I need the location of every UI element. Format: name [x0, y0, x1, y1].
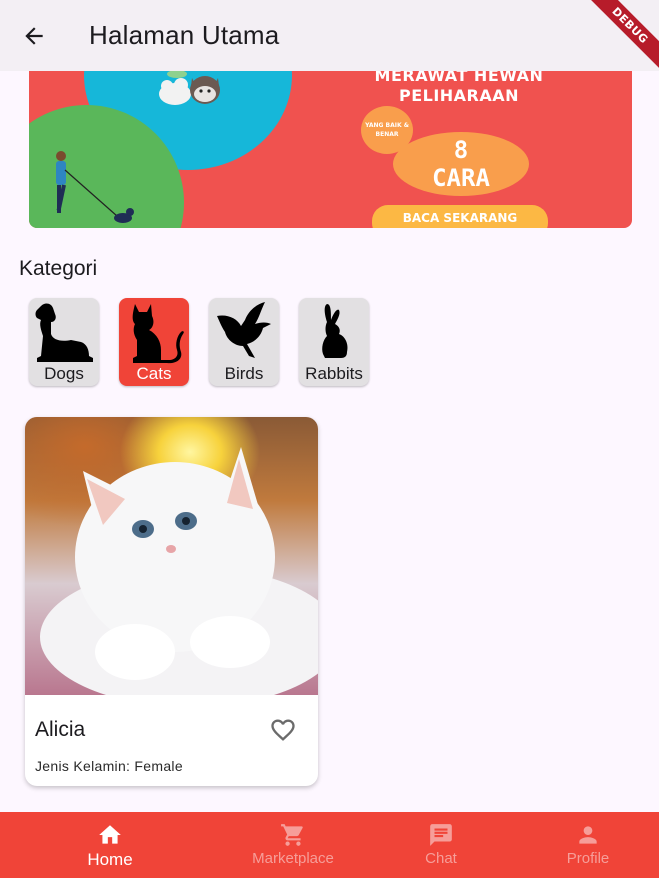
nav-profile[interactable]: Profile [528, 812, 648, 878]
person-walking-dog-illustration [56, 151, 134, 223]
shopping-cart-icon [281, 824, 303, 846]
bottom-navigation: Home Marketplace Chat Profile [0, 812, 659, 878]
dog-silhouette-icon [35, 303, 93, 362]
back-button[interactable] [18, 20, 50, 52]
nav-label: Home [87, 850, 133, 869]
category-section-title: Kategori [19, 257, 98, 280]
pet-photo [25, 417, 318, 707]
nav-label: Chat [425, 850, 457, 867]
pet-card[interactable]: Alicia Jenis Kelamin: Female [25, 417, 318, 786]
cat-silhouette-icon [132, 304, 184, 364]
category-dogs[interactable]: Dogs [29, 298, 99, 386]
banner-headline-line2: PELIHARAAN [398, 86, 520, 105]
promo-banner[interactable]: MERAWAT HEWAN PELIHARAAN YANG BAIK & BEN… [29, 60, 632, 228]
category-label: Cats [136, 364, 172, 383]
bird-silhouette-icon [217, 302, 271, 358]
page-title: Halaman Utama [89, 20, 280, 50]
person-icon [579, 826, 597, 844]
category-label: Birds [224, 364, 264, 383]
banner-count-word: CARA [432, 164, 490, 192]
arrow-back-icon [25, 27, 43, 45]
category-list: Dogs Cats Birds Rabbits [29, 298, 369, 386]
banner-count: 8 [453, 136, 469, 164]
rabbit-silhouette-icon [322, 304, 348, 358]
heart-outline-icon [271, 719, 295, 741]
nav-label: Marketplace [252, 850, 334, 867]
pet-name: Alicia [35, 718, 86, 741]
app-bar: Halaman Utama [0, 0, 659, 71]
nav-marketplace[interactable]: Marketplace [233, 812, 353, 878]
nav-label: Profile [566, 850, 610, 867]
category-label: Dogs [44, 364, 84, 383]
favorite-button[interactable] [268, 715, 298, 745]
banner-count-oval: 8 CARA [393, 132, 529, 196]
read-now-button[interactable]: BACA SEKARANG [372, 205, 548, 228]
category-birds[interactable]: Birds [209, 298, 279, 386]
category-cats[interactable]: Cats [119, 298, 189, 386]
category-rabbits[interactable]: Rabbits [299, 298, 369, 386]
pet-gender: Jenis Kelamin: Female [35, 758, 183, 774]
white-cat-illustration [40, 447, 318, 707]
category-label: Rabbits [305, 364, 363, 383]
home-icon [99, 825, 121, 844]
banner-headline: MERAWAT HEWAN PELIHARAAN [334, 66, 584, 106]
nav-chat[interactable]: Chat [381, 812, 501, 878]
sheep-cat-illustration [159, 70, 220, 105]
chat-icon [430, 824, 452, 846]
nav-home[interactable]: Home [50, 812, 170, 878]
